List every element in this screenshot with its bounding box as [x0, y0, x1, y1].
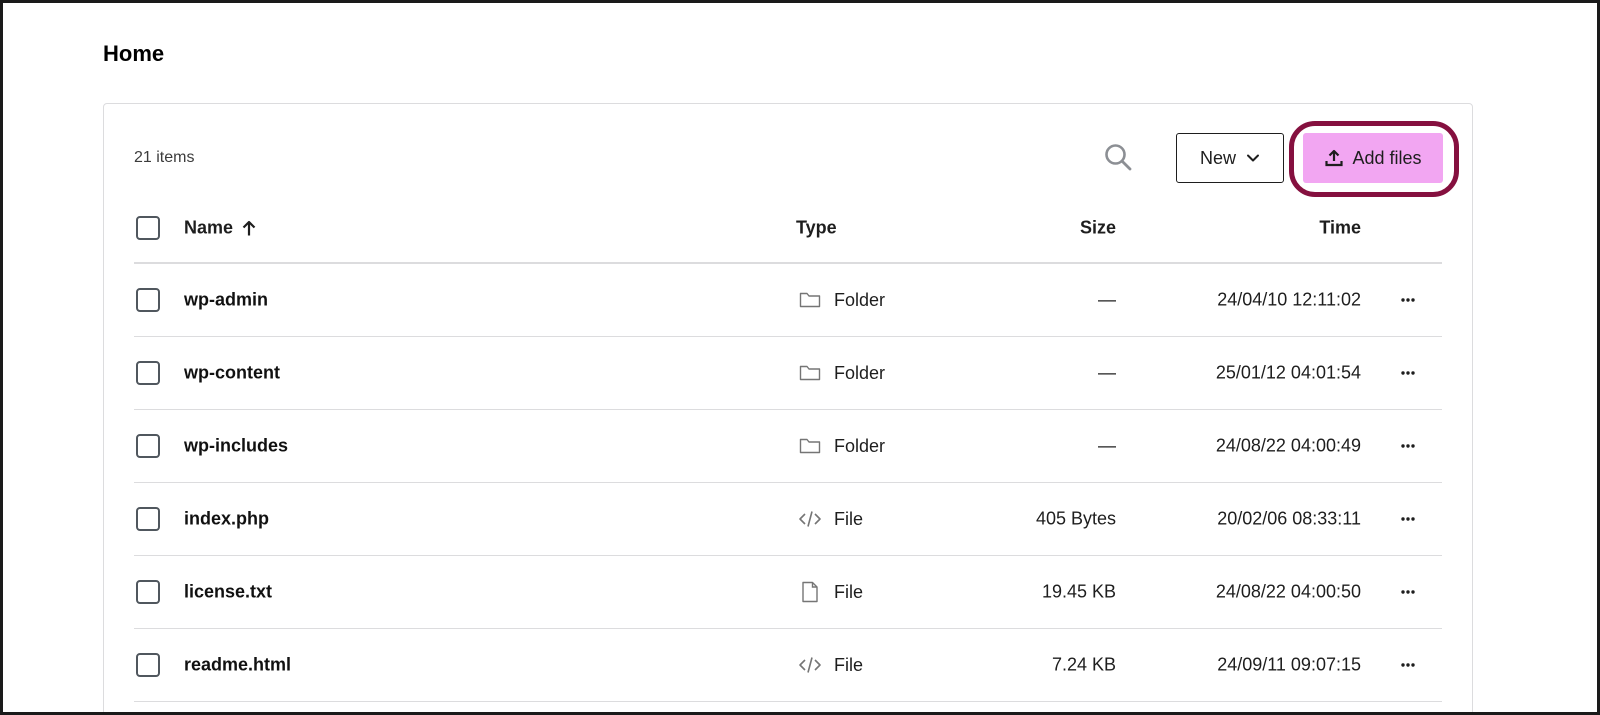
table-row[interactable]: wp-admin Folder — 24/04/10 12:11:02: [134, 264, 1442, 337]
file-name[interactable]: readme.html: [184, 655, 291, 676]
table-row[interactable]: license.txt File 19.45 KB 24/08/22 04:00…: [134, 556, 1442, 629]
file-name[interactable]: wp-includes: [184, 436, 288, 457]
select-all-checkbox[interactable]: [136, 216, 160, 240]
file-manager-window: Home 21 items New Add files Name Type Si…: [0, 0, 1600, 715]
file-size: —: [1098, 435, 1116, 456]
row-checkbox[interactable]: [136, 580, 160, 604]
name-header-label: Name: [184, 217, 234, 238]
file-size: —: [1098, 362, 1116, 383]
code-icon: [798, 507, 822, 531]
file-size: 19.45 KB: [1041, 581, 1116, 602]
table-row[interactable]: wp-content Folder — 25/01/12 04:01:54: [134, 337, 1442, 410]
add-files-button[interactable]: Add files: [1303, 133, 1443, 183]
new-button[interactable]: New: [1176, 133, 1284, 183]
table-header: Name Type Size Time: [134, 194, 1442, 264]
row-checkbox[interactable]: [136, 653, 160, 677]
new-button-label: New: [1199, 147, 1236, 168]
file-type-label: File: [834, 581, 864, 602]
more-horizontal-icon: [1401, 663, 1415, 667]
row-checkbox[interactable]: [136, 434, 160, 458]
file-type: File: [798, 653, 863, 677]
file-time: 24/08/22 04:00:50: [1215, 581, 1361, 602]
file-type: Folder: [798, 288, 885, 312]
file-name[interactable]: license.txt: [184, 582, 272, 603]
file-type-label: Folder: [834, 435, 886, 456]
table-row[interactable]: wp-includes Folder — 24/08/22 04:00:49: [134, 410, 1442, 483]
row-actions-button[interactable]: [1396, 434, 1420, 458]
row-actions-button[interactable]: [1396, 580, 1420, 604]
time-column-header[interactable]: Time: [1319, 218, 1361, 239]
chevron-down-icon: [1247, 154, 1259, 162]
file-size: 7.24 KB: [1051, 654, 1116, 675]
file-type-label: Folder: [834, 362, 886, 383]
upload-icon: [1325, 149, 1344, 167]
document-icon: [798, 580, 822, 604]
more-horizontal-icon: [1401, 371, 1415, 375]
more-horizontal-icon: [1401, 298, 1415, 302]
search-button[interactable]: [1099, 138, 1137, 176]
name-column-header[interactable]: Name: [184, 218, 257, 239]
file-type: Folder: [798, 434, 885, 458]
more-horizontal-icon: [1401, 517, 1415, 521]
row-actions-button[interactable]: [1396, 361, 1420, 385]
file-name[interactable]: wp-admin: [184, 290, 268, 311]
type-column-header[interactable]: Type: [796, 218, 837, 239]
row-actions-button[interactable]: [1396, 507, 1420, 531]
code-icon: [798, 653, 822, 677]
folder-icon: [798, 434, 822, 458]
file-time: 20/02/06 08:33:11: [1217, 508, 1361, 529]
file-time: 24/09/11 09:07:15: [1217, 654, 1361, 675]
file-table: Name Type Size Time wp-admin Folder — 24…: [134, 194, 1442, 702]
file-type-label: File: [834, 654, 864, 675]
file-type-label: Folder: [834, 289, 886, 310]
file-list-panel: 21 items New Add files Name Type Size Ti…: [103, 103, 1473, 712]
page-title: Home: [103, 41, 165, 66]
folder-icon: [798, 288, 822, 312]
file-type-label: File: [834, 508, 864, 529]
file-size: 405 Bytes: [1035, 508, 1116, 529]
folder-icon: [798, 361, 822, 385]
row-checkbox[interactable]: [136, 288, 160, 312]
more-horizontal-icon: [1401, 444, 1415, 448]
file-type: Folder: [798, 361, 885, 385]
file-name[interactable]: index.php: [184, 509, 269, 530]
file-time: 24/04/10 12:11:02: [1217, 289, 1361, 310]
file-time: 25/01/12 04:01:54: [1215, 362, 1361, 383]
more-horizontal-icon: [1401, 590, 1415, 594]
file-rows: wp-admin Folder — 24/04/10 12:11:02 wp-c…: [134, 264, 1442, 702]
row-checkbox[interactable]: [136, 507, 160, 531]
file-size: —: [1098, 289, 1116, 310]
file-type: File: [798, 507, 863, 531]
table-row[interactable]: readme.html File 7.24 KB 24/09/11 09:07:…: [134, 629, 1442, 702]
size-column-header[interactable]: Size: [1080, 218, 1116, 239]
add-files-label: Add files: [1352, 147, 1422, 168]
item-count: 21 items: [134, 149, 195, 166]
row-actions-button[interactable]: [1396, 288, 1420, 312]
table-row[interactable]: index.php File 405 Bytes 20/02/06 08:33:…: [134, 483, 1442, 556]
file-time: 24/08/22 04:00:49: [1215, 435, 1361, 456]
row-checkbox[interactable]: [136, 361, 160, 385]
file-type: File: [798, 580, 863, 604]
arrow-up-icon: [242, 220, 256, 235]
search-icon: [1105, 144, 1132, 171]
row-actions-button[interactable]: [1396, 653, 1420, 677]
file-name[interactable]: wp-content: [184, 363, 280, 384]
